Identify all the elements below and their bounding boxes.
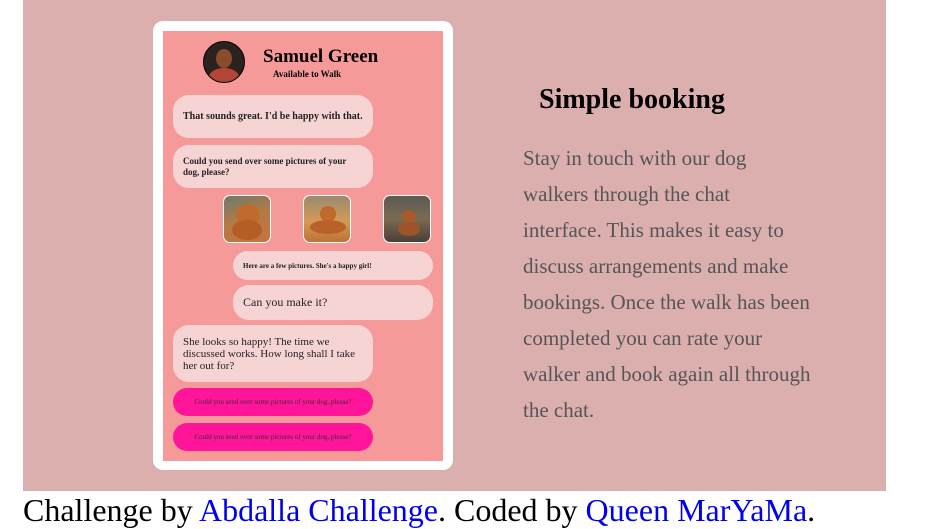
message-bubble: Could you send over some pictures of you… bbox=[173, 145, 373, 188]
message-bubble: Can you make it? bbox=[233, 285, 433, 320]
footer-middle: . Coded by bbox=[438, 492, 586, 528]
dog-photo[interactable] bbox=[223, 195, 271, 243]
author-link[interactable]: Queen MarYaMa bbox=[586, 492, 808, 528]
challenge-link[interactable]: Abdalla Challenge bbox=[199, 492, 438, 528]
message-bubble: That sounds great. I'd be happy with tha… bbox=[173, 95, 373, 138]
message-text: Could you send over some pictures of you… bbox=[194, 398, 352, 406]
dog-photo[interactable] bbox=[303, 195, 351, 243]
message-text: Could you send over some pictures of you… bbox=[183, 155, 347, 177]
phone-mockup: Samuel Green Available to Walk That soun… bbox=[153, 21, 453, 470]
chat-screen: Samuel Green Available to Walk That soun… bbox=[163, 31, 443, 461]
message-bubble: Here are a few pictures. She's a happy g… bbox=[233, 251, 433, 280]
message-text: Could you send over some pictures of you… bbox=[194, 433, 352, 441]
walker-name: Samuel Green bbox=[263, 46, 379, 67]
message-text: She looks so happy! The time we discusse… bbox=[183, 335, 356, 372]
feature-title: Simple booking bbox=[539, 84, 725, 115]
message-text: Here are a few pictures. She's a happy g… bbox=[243, 261, 372, 270]
walker-status: Available to Walk bbox=[273, 69, 342, 79]
message-text: That sounds great. I'd be happy with tha… bbox=[183, 111, 363, 122]
dog-photo[interactable] bbox=[383, 195, 431, 243]
message-bubble-highlighted: Could you send over some pictures of you… bbox=[173, 423, 373, 451]
dog-shape bbox=[398, 222, 420, 236]
footer-suffix: . bbox=[807, 492, 816, 528]
avatar-body bbox=[209, 68, 239, 82]
message-bubble-highlighted: Could you send over some pictures of you… bbox=[173, 388, 373, 416]
message-bubble: She looks so happy! The time we discusse… bbox=[173, 325, 373, 382]
page-stage: Samuel Green Available to Walk That soun… bbox=[23, 0, 886, 491]
footer-prefix: Challenge by bbox=[23, 492, 199, 528]
attribution-footer: Challenge by Abdalla Challenge. Coded by… bbox=[23, 491, 815, 529]
feature-description: Stay in touch with our dog walkers throu… bbox=[523, 146, 811, 422]
message-text: Can you make it? bbox=[243, 295, 328, 309]
avatar-head bbox=[216, 49, 232, 68]
dog-shape bbox=[232, 220, 262, 240]
dog-shape bbox=[310, 220, 346, 234]
avatar bbox=[203, 41, 245, 83]
